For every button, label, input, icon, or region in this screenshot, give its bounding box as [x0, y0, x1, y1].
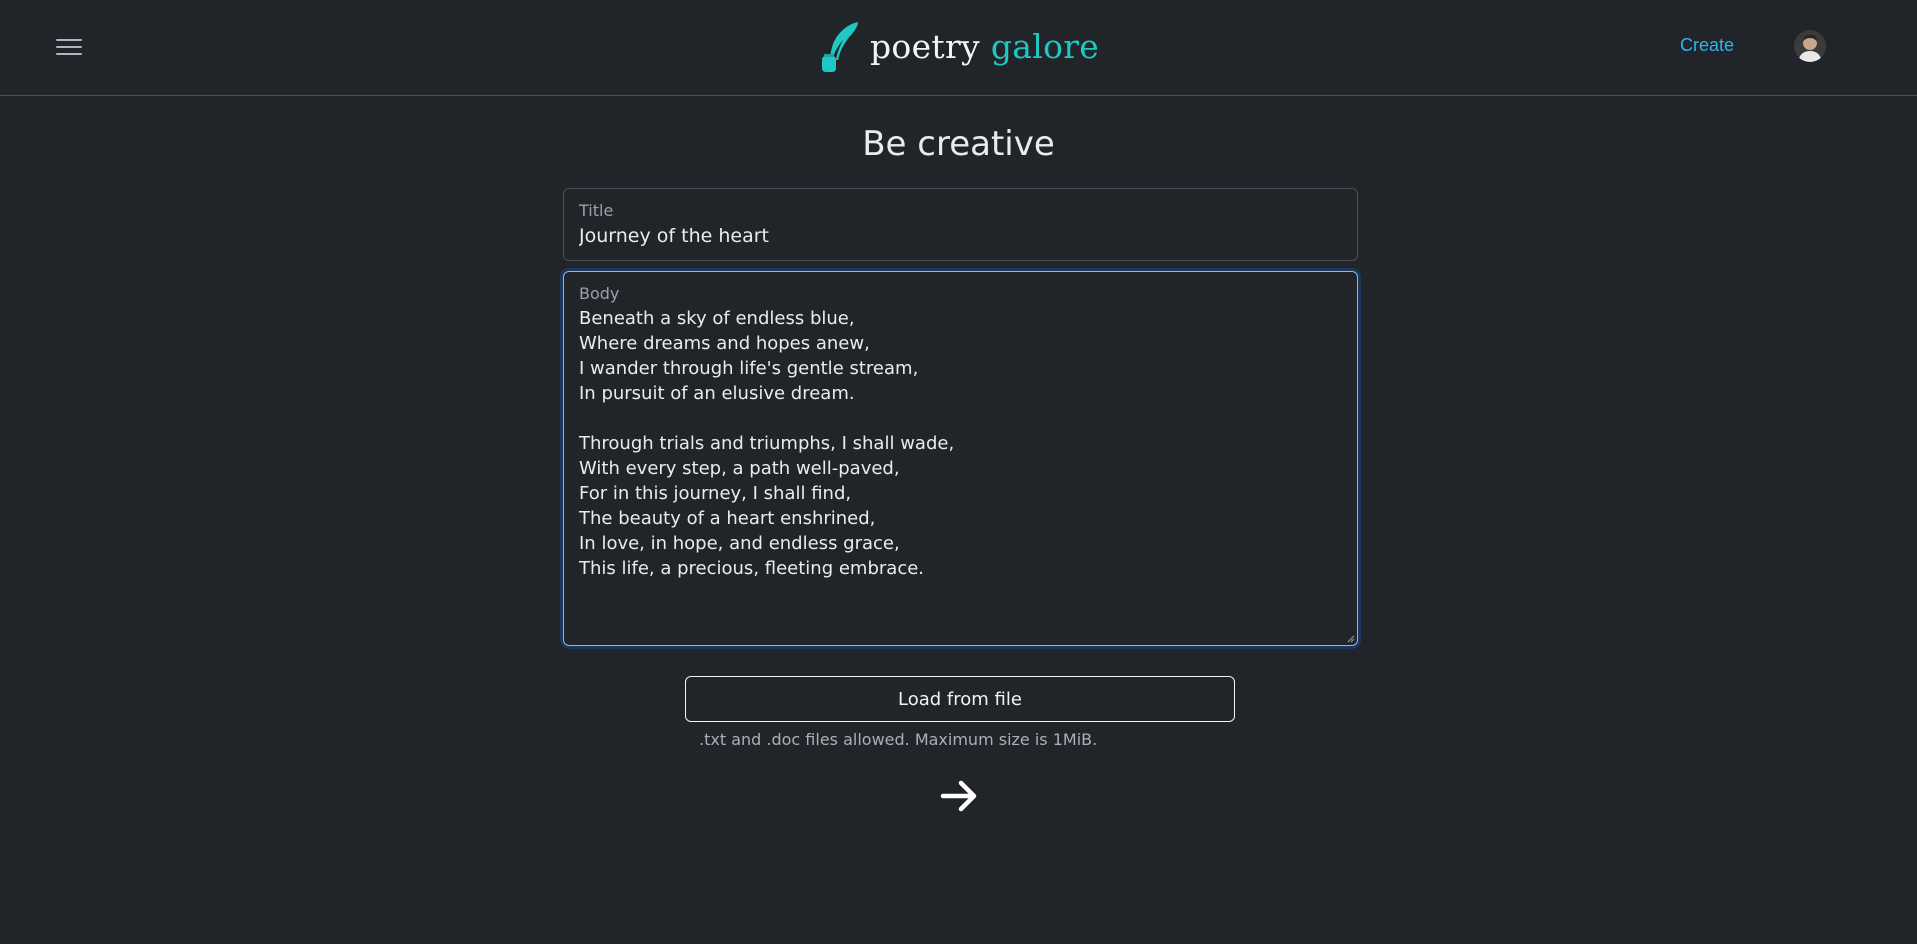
navbar: poetry galore Create	[0, 0, 1917, 96]
file-help-text: .txt and .doc files allowed. Maximum siz…	[699, 730, 1098, 749]
body-field[interactable]: Body Beneath a sky of endless blue, Wher…	[563, 271, 1358, 646]
brand-name: poetry galore	[870, 27, 1099, 66]
body-textarea[interactable]: Beneath a sky of endless blue, Where dre…	[579, 306, 1339, 581]
body-label: Body	[579, 284, 620, 303]
create-link[interactable]: Create	[1680, 35, 1734, 56]
avatar[interactable]	[1794, 30, 1826, 62]
page-title: Be creative	[862, 124, 1055, 164]
arrow-right-icon[interactable]	[940, 778, 980, 814]
brand-word-galore: galore	[990, 26, 1100, 66]
load-from-file-button[interactable]: Load from file	[685, 676, 1235, 722]
title-input[interactable]	[579, 225, 1339, 247]
brand-word-poetry: poetry	[870, 26, 981, 66]
title-field[interactable]: Title	[563, 188, 1358, 261]
resize-handle-icon[interactable]	[1347, 635, 1355, 643]
quill-icon	[822, 22, 858, 72]
brand-logo[interactable]: poetry galore	[818, 20, 1099, 72]
title-label: Title	[579, 201, 614, 220]
menu-icon[interactable]	[56, 36, 82, 58]
